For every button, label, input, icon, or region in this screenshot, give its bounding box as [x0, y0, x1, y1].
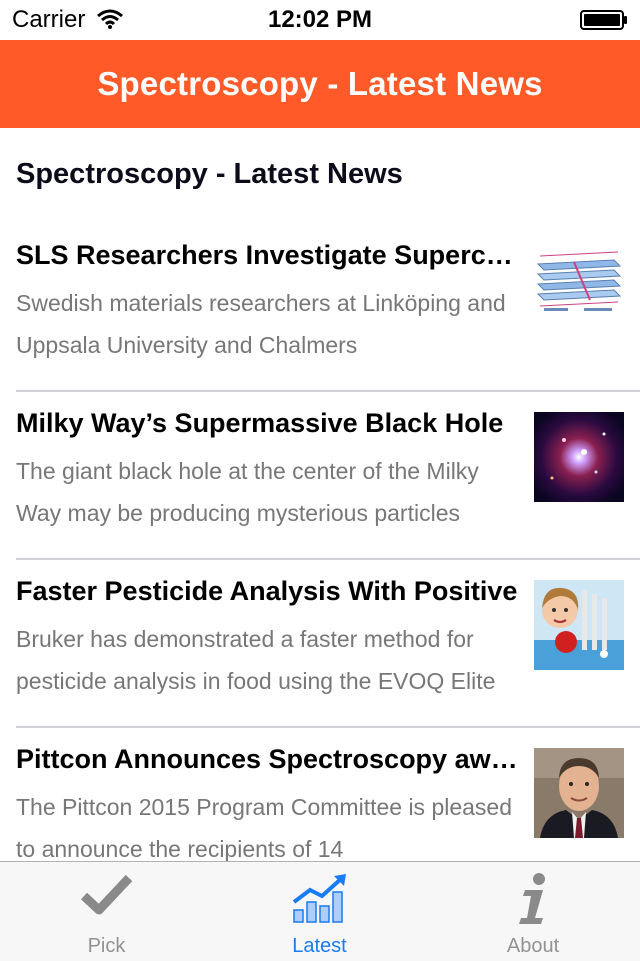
- news-thumbnail: [534, 244, 624, 334]
- news-thumbnail: [534, 748, 624, 838]
- news-item[interactable]: Milky Way’s Supermassive Black Hole The …: [0, 392, 640, 560]
- news-summary: Bruker has demonstrated a faster method …: [16, 626, 496, 694]
- tab-about[interactable]: About: [426, 862, 640, 961]
- status-bar: Carrier 12:02 PM: [0, 0, 640, 40]
- tab-latest[interactable]: Latest: [213, 862, 426, 961]
- news-summary: The Pittcon 2015 Program Committee is pl…: [16, 794, 513, 861]
- trending-chart-icon: [292, 872, 348, 929]
- battery-icon: [580, 10, 628, 35]
- navigation-bar: Spectroscopy - Latest News: [0, 40, 640, 128]
- news-item[interactable]: Faster Pesticide Analysis With Positive …: [0, 560, 640, 728]
- checkmark-icon: [80, 872, 133, 923]
- info-icon: [513, 872, 553, 931]
- news-headline: Pittcon Announces Spectroscopy awards: [16, 744, 521, 774]
- news-headline: SLS Researchers Investigate Superconduct…: [16, 240, 521, 270]
- news-thumbnail: [534, 412, 624, 502]
- news-summary: The giant black hole at the center of th…: [16, 458, 479, 526]
- news-item[interactable]: Pittcon Announces Spectroscopy awards Th…: [0, 728, 640, 861]
- tab-label: Latest: [292, 935, 347, 957]
- tab-label: About: [506, 935, 560, 957]
- nav-title: Spectroscopy - Latest News: [97, 65, 543, 102]
- news-item[interactable]: SLS Researchers Investigate Superconduct…: [0, 224, 640, 392]
- news-list-view[interactable]: Spectroscopy - Latest News SLS Researche…: [0, 128, 640, 861]
- news-headline: Milky Way’s Supermassive Black Hole: [16, 408, 504, 438]
- section-heading: Spectroscopy - Latest News: [16, 158, 403, 190]
- status-time: 12:02 PM: [267, 6, 373, 33]
- news-headline: Faster Pesticide Analysis With Positive: [16, 576, 518, 606]
- news-summary: Swedish materials researchers at Linköpi…: [16, 290, 506, 358]
- news-thumbnail: [534, 580, 624, 670]
- tab-bar: Pick Latest About: [0, 861, 640, 961]
- tab-pick[interactable]: Pick: [0, 862, 213, 961]
- tab-label: Pick: [87, 935, 126, 957]
